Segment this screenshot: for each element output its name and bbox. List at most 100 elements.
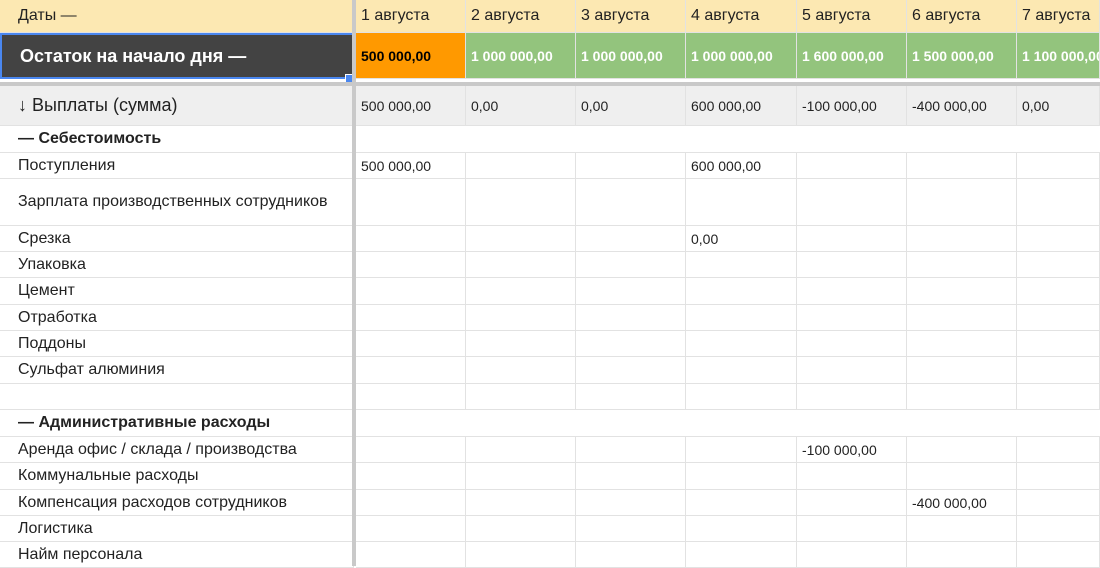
value-cell[interactable] [576, 437, 686, 463]
value-cell[interactable] [356, 252, 466, 278]
empty-cell[interactable] [466, 384, 576, 410]
value-cell[interactable] [907, 305, 1017, 331]
row-label-cell[interactable]: Логистика [0, 516, 354, 542]
row-label-cell[interactable]: Цемент [0, 278, 354, 305]
empty-cell[interactable] [576, 384, 686, 410]
value-cell[interactable] [907, 542, 1017, 568]
row-label-cell[interactable]: Компенсация расходов сотрудников [0, 490, 354, 516]
value-cell[interactable] [1017, 490, 1100, 516]
value-cell[interactable] [576, 542, 686, 568]
row-label-cell[interactable]: Поддоны [0, 331, 354, 357]
value-cell[interactable] [356, 278, 466, 305]
value-cell[interactable] [356, 437, 466, 463]
value-cell[interactable] [576, 463, 686, 490]
value-cell[interactable]: -400 000,00 [907, 490, 1017, 516]
section-title[interactable]: — Себестоимость [0, 126, 354, 153]
row-label-cell[interactable]: Срезка [0, 226, 354, 252]
balance-cell[interactable]: 1 000 000,00 [466, 33, 576, 79]
value-cell[interactable] [356, 179, 466, 226]
payment-cell[interactable]: 0,00 [1017, 86, 1100, 126]
value-cell[interactable] [466, 542, 576, 568]
value-cell[interactable] [907, 278, 1017, 305]
value-cell[interactable] [797, 516, 907, 542]
value-cell[interactable] [1017, 463, 1100, 490]
value-cell[interactable] [686, 516, 797, 542]
row-label-cell[interactable]: Аренда офис / склада / производства [0, 437, 354, 463]
value-cell[interactable] [1017, 153, 1100, 179]
value-cell[interactable] [466, 153, 576, 179]
balance-cell[interactable]: 1 000 000,00 [576, 33, 686, 79]
value-cell[interactable] [356, 226, 466, 252]
date-cell[interactable]: 7 августа [1017, 0, 1100, 33]
value-cell[interactable] [686, 278, 797, 305]
date-cell[interactable]: 6 августа [907, 0, 1017, 33]
value-cell[interactable]: -100 000,00 [797, 437, 907, 463]
value-cell[interactable] [356, 463, 466, 490]
value-cell[interactable] [797, 463, 907, 490]
value-cell[interactable]: 500 000,00 [356, 153, 466, 179]
value-cell[interactable] [1017, 305, 1100, 331]
value-cell[interactable] [686, 252, 797, 278]
row-label-cell[interactable]: Найм персонала [0, 542, 354, 568]
value-cell[interactable]: 0,00 [686, 226, 797, 252]
balance-cell[interactable]: 1 600 000,00 [797, 33, 907, 79]
value-cell[interactable] [466, 252, 576, 278]
value-cell[interactable] [356, 357, 466, 384]
value-cell[interactable] [797, 357, 907, 384]
value-cell[interactable] [686, 357, 797, 384]
date-cell[interactable]: 2 августа [466, 0, 576, 33]
value-cell[interactable] [466, 490, 576, 516]
value-cell[interactable] [466, 278, 576, 305]
value-cell[interactable] [576, 490, 686, 516]
section-merged-cell[interactable] [356, 126, 1100, 153]
value-cell[interactable] [576, 305, 686, 331]
date-cell[interactable]: 3 августа [576, 0, 686, 33]
value-cell[interactable] [576, 153, 686, 179]
value-cell[interactable] [686, 490, 797, 516]
empty-cell[interactable] [1017, 384, 1100, 410]
empty-cell[interactable] [0, 384, 354, 410]
payment-cell[interactable]: -100 000,00 [797, 86, 907, 126]
frozen-columns-divider[interactable] [352, 0, 356, 566]
value-cell[interactable] [466, 179, 576, 226]
value-cell[interactable] [1017, 357, 1100, 384]
value-cell[interactable] [907, 226, 1017, 252]
date-cell[interactable]: 1 августа [356, 0, 466, 33]
value-cell[interactable]: 600 000,00 [686, 153, 797, 179]
payment-cell[interactable]: -400 000,00 [907, 86, 1017, 126]
value-cell[interactable] [356, 490, 466, 516]
empty-cell[interactable] [797, 384, 907, 410]
value-cell[interactable] [356, 331, 466, 357]
payment-cell[interactable]: 0,00 [576, 86, 686, 126]
section-merged-cell[interactable] [356, 410, 1100, 437]
empty-cell[interactable] [686, 384, 797, 410]
payment-cell[interactable]: 500 000,00 [356, 86, 466, 126]
value-cell[interactable] [1017, 278, 1100, 305]
date-cell[interactable]: 4 августа [686, 0, 797, 33]
value-cell[interactable] [907, 153, 1017, 179]
value-cell[interactable] [1017, 542, 1100, 568]
value-cell[interactable] [576, 331, 686, 357]
row-label-cell[interactable]: Поступления [0, 153, 354, 179]
value-cell[interactable] [907, 331, 1017, 357]
value-cell[interactable] [576, 357, 686, 384]
value-cell[interactable] [907, 463, 1017, 490]
row-label-cell[interactable]: Отработка [0, 305, 354, 331]
balance-cell[interactable]: 1 500 000,00 [907, 33, 1017, 79]
value-cell[interactable] [797, 542, 907, 568]
value-cell[interactable] [686, 437, 797, 463]
payments-label-cell[interactable]: ↓ Выплаты (сумма) [0, 86, 354, 126]
value-cell[interactable] [576, 252, 686, 278]
value-cell[interactable] [576, 179, 686, 226]
value-cell[interactable] [907, 252, 1017, 278]
value-cell[interactable] [356, 305, 466, 331]
value-cell[interactable] [907, 357, 1017, 384]
payment-cell[interactable]: 600 000,00 [686, 86, 797, 126]
section-title[interactable]: — Административные расходы [0, 410, 354, 437]
value-cell[interactable] [1017, 179, 1100, 226]
value-cell[interactable] [466, 437, 576, 463]
value-cell[interactable] [686, 331, 797, 357]
value-cell[interactable] [907, 516, 1017, 542]
value-cell[interactable] [1017, 437, 1100, 463]
value-cell[interactable] [686, 542, 797, 568]
